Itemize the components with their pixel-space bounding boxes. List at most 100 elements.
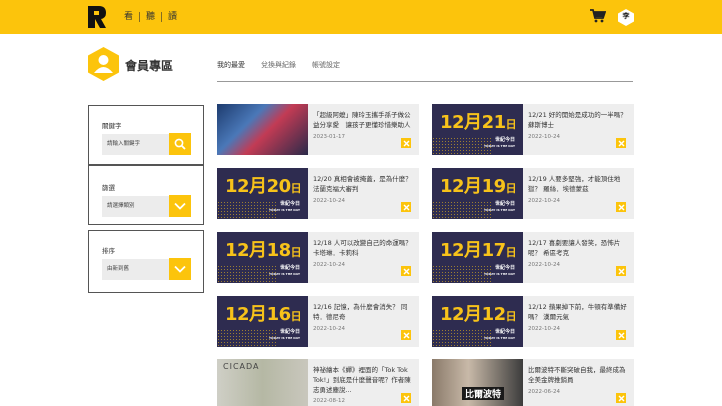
page-title: 會員專區 [125, 59, 174, 73]
favorite-card[interactable]: 「超級阿嬤」陳玲玉攜手孫子做公益分享愛 讓孩子更懂珍惜樂助人 2023-01-17 [217, 104, 419, 155]
thumbnail-date: 12月21日 [440, 108, 517, 134]
close-icon [618, 268, 624, 274]
chevron-down-icon [174, 202, 186, 210]
remove-favorite-button[interactable] [616, 330, 626, 340]
favorite-card[interactable]: CICADA 神祕繪本《蟬》裡面的「Tok Tok Tok!」到底是什麼聲音呢？作… [217, 359, 419, 406]
card-date: 2022-06-24 [528, 389, 560, 395]
favorite-card[interactable]: 12月21日 世紀今日 TODAY IS THE DAY 12/21 好的開始是成功的… [432, 104, 634, 155]
card-date: 2022-10-24 [528, 134, 560, 140]
sort-label: 排序 [102, 247, 115, 255]
thumbnail-date: 12月20日 [225, 172, 302, 198]
card-title[interactable]: 「超級阿嬤」陳玲玉攜手孫子做公益分享愛 讓孩子更懂珍惜樂助人 [313, 110, 413, 130]
thumbnail-date: 12月16日 [225, 300, 302, 326]
thumbnail-month: 12月 [225, 176, 267, 197]
close-icon [618, 395, 624, 401]
card-date: 2022-10-24 [313, 262, 345, 268]
thumbnail-day-suffix: 日 [505, 246, 517, 259]
thumbnail-day: 19 [481, 176, 507, 197]
thumbnail-day: 17 [481, 240, 507, 261]
nav-read[interactable]: 讀 [162, 11, 183, 23]
card-title[interactable]: 12/19 人要多堅強，才能頂住地獄？ 羅絲．埃德蒙茲 [528, 174, 628, 194]
thumbnail-day-suffix: 日 [290, 246, 302, 259]
card-thumbnail[interactable]: 12月18日世紀今日 TODAY IS THE DAY [217, 232, 308, 283]
daily-brand: 世紀今日 TODAY IS THE DAY [484, 137, 515, 149]
search-button[interactable] [169, 133, 191, 155]
member-hexagon-icon [88, 47, 119, 81]
favorite-card[interactable]: 12月17日 世紀今日 TODAY IS THE DAY 12/17 喜劇要讓人發笑，… [432, 232, 634, 283]
daily-brand-en: TODAY IS THE DAY [268, 336, 300, 340]
remove-favorite-button[interactable] [401, 138, 411, 148]
chevron-down-icon [174, 265, 186, 273]
sort-dropdown-button[interactable] [169, 258, 191, 280]
close-icon [618, 140, 624, 146]
nav-divider [139, 12, 141, 22]
thumbnail-day: 12 [481, 304, 507, 325]
thumbnail-month: 12月 [225, 240, 267, 261]
daily-brand: 世紀今日 TODAY IS THE DAY [269, 201, 300, 213]
close-icon [403, 268, 409, 274]
card-thumbnail[interactable]: 12月21日世紀今日 TODAY IS THE DAY [432, 104, 523, 155]
tab-favorites[interactable]: 我的最愛 [217, 60, 245, 70]
thumbnail-day-suffix: 日 [290, 182, 302, 195]
tab-account-settings[interactable]: 帳號設定 [312, 60, 340, 70]
favorite-card[interactable]: 12月19日 世紀今日 TODAY IS THE DAY 12/19 人要多堅強，才能… [432, 168, 634, 219]
thumbnail-month: 12月 [440, 176, 482, 197]
main-nav: 看 聽 讀 [118, 11, 183, 23]
card-thumbnail[interactable]: 12月20日世紀今日 TODAY IS THE DAY [217, 168, 308, 219]
daily-brand: 世紀今日 TODAY IS THE DAY [484, 329, 515, 341]
logo-icon[interactable] [87, 5, 107, 29]
daily-brand: 世紀今日 TODAY IS THE DAY [269, 265, 300, 277]
card-thumbnail[interactable]: 12月12日 世紀今日 TODAY IS THE DAY [432, 296, 523, 347]
card-title[interactable]: 12/12 蘋果掉下前，牛頓有準備好嗎？ 漢爾元氣 [528, 302, 628, 322]
favorite-card[interactable]: 12月16日 世紀今日 TODAY IS THE DAY 12/16 記憶，為什麼會消… [217, 296, 419, 347]
card-date: 2022-10-24 [528, 326, 560, 332]
card-thumbnail[interactable]: 12月16日 世紀今日 TODAY IS THE DAY [217, 296, 308, 347]
thumbnail-text: CICADA [223, 362, 260, 371]
card-title[interactable]: 12/20 真相會被掩蓋，是為什麼？ 法蘭克福大審判 [313, 174, 413, 194]
close-icon [403, 140, 409, 146]
favorite-card[interactable]: 12月20日 世紀今日 TODAY IS THE DAY 12/20 真相會被掩蓋，是… [217, 168, 419, 219]
remove-favorite-button[interactable] [401, 266, 411, 276]
card-title[interactable]: 12/18 人可以改變自己的命運嗎？ 卡塔琳．卡莉科 [313, 238, 413, 258]
remove-favorite-button[interactable] [401, 330, 411, 340]
card-title[interactable]: 12/17 喜劇要讓人發笑，恐怖片呢？ 希區考克 [528, 238, 628, 258]
remove-favorite-button[interactable] [616, 393, 626, 403]
thumbnail-month: 12月 [440, 304, 482, 325]
card-thumbnail[interactable] [217, 104, 308, 155]
remove-favorite-button[interactable] [616, 202, 626, 212]
category-label: 篩選 [102, 184, 115, 192]
card-date: 2022-10-24 [528, 262, 560, 268]
card-title[interactable]: 神祕繪本《蟬》裡面的「Tok Tok Tok!」到底是什麼聲音呢？作者陳志勇述塵… [313, 365, 413, 395]
daily-brand-en: TODAY IS THE DAY [483, 208, 515, 212]
thumbnail-day-suffix: 日 [290, 310, 302, 323]
favorite-card[interactable]: 比爾波特 比爾波特不斷突破自我，最終成為全美金牌推銷員 2022-06-24 [432, 359, 634, 406]
remove-favorite-button[interactable] [401, 393, 411, 403]
card-title[interactable]: 12/21 好的開始是成功的一半嗎？ 蘇斯博士 [528, 110, 628, 130]
tab-redemption[interactable]: 兌換與紀錄 [261, 60, 296, 70]
card-title[interactable]: 比爾波特不斷突破自我，最終成為全美金牌推銷員 [528, 365, 628, 385]
remove-favorite-button[interactable] [401, 202, 411, 212]
favorite-card[interactable]: 12月12日 世紀今日 TODAY IS THE DAY 12/12 蘋果掉下前，牛頓… [432, 296, 634, 347]
thumbnail-date: 12月18日 [225, 236, 302, 262]
nav-listen[interactable]: 聽 [140, 11, 161, 23]
close-icon [403, 204, 409, 210]
card-title[interactable]: 12/16 記憶，為什麼會消失？ 同特．德尼奇 [313, 302, 413, 322]
daily-brand-en: TODAY IS THE DAY [268, 208, 300, 212]
nav-watch[interactable]: 看 [118, 11, 139, 23]
card-thumbnail[interactable]: CICADA [217, 359, 308, 406]
remove-favorite-button[interactable] [616, 138, 626, 148]
card-thumbnail[interactable]: 比爾波特 [432, 359, 523, 406]
category-dropdown-button[interactable] [169, 195, 191, 217]
thumbnail-day: 18 [266, 240, 292, 261]
card-thumbnail[interactable]: 12月19日 世紀今日 TODAY IS THE DAY [432, 168, 523, 219]
daily-brand: 世紀今日 TODAY IS THE DAY [484, 265, 515, 277]
user-avatar[interactable]: 李 [618, 9, 634, 26]
remove-favorite-button[interactable] [616, 266, 626, 276]
thumbnail-date: 12月17日 [440, 236, 517, 262]
thumbnail-month: 12月 [225, 304, 267, 325]
card-thumbnail[interactable]: 12月17日世紀今日 TODAY IS THE DAY [432, 232, 523, 283]
cart-icon[interactable] [590, 9, 606, 23]
thumbnail-day: 21 [481, 112, 507, 133]
card-date: 2022-10-24 [313, 326, 345, 332]
favorite-card[interactable]: 12月18日 世紀今日 TODAY IS THE DAY 12/18 人可以改變自己的… [217, 232, 419, 283]
